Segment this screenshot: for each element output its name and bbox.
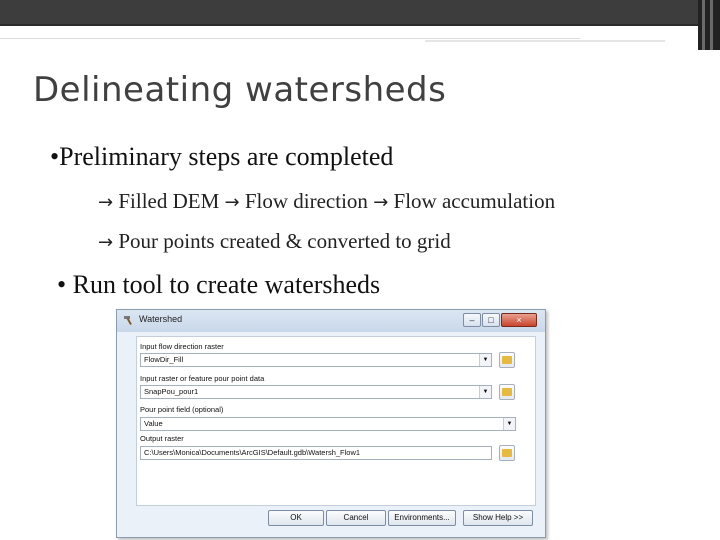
- cancel-button[interactable]: Cancel: [326, 510, 386, 526]
- sub-bullet-steps: → Filled DEM → Flow direction → Flow acc…: [98, 189, 555, 214]
- field-label-pour-point: Input raster or feature pour point data: [140, 374, 265, 383]
- top-divider: [0, 24, 700, 26]
- chevron-down-icon[interactable]: ▼: [479, 354, 491, 366]
- environments-button[interactable]: Environments...: [388, 510, 456, 526]
- hammer-icon: [124, 316, 132, 325]
- output-raster-input[interactable]: C:\Users\Monica\Documents\ArcGIS\Default…: [140, 446, 492, 460]
- chevron-down-icon[interactable]: ▼: [479, 386, 491, 398]
- browse-button[interactable]: [499, 384, 515, 400]
- step-filled-dem: Filled DEM: [118, 189, 220, 213]
- bullet-preliminary: •Preliminary steps are completed: [50, 142, 394, 171]
- step-flow-direction: Flow direction: [244, 189, 368, 213]
- step-flow-accumulation: Flow accumulation: [393, 189, 556, 213]
- arrow-icon: →: [224, 192, 240, 213]
- browse-button[interactable]: [499, 445, 515, 461]
- arrow-icon: →: [373, 192, 389, 213]
- pour-point-select[interactable]: SnapPou_pour1 ▼: [140, 385, 492, 399]
- show-help-button[interactable]: Show Help >>: [463, 510, 533, 526]
- close-button[interactable]: ×: [501, 313, 537, 327]
- folder-icon: [502, 388, 512, 396]
- pour-point-field-select[interactable]: Value ▼: [140, 417, 516, 431]
- slide-title: Delineating watersheds: [33, 70, 447, 110]
- corner-stripe: [702, 0, 705, 50]
- folder-icon: [502, 356, 512, 364]
- bullet-run-tool: • Run tool to create watersheds: [57, 270, 381, 299]
- watershed-dialog: Watershed – □ × Input flow direction ras…: [116, 309, 546, 538]
- arrow-icon: →: [98, 232, 114, 253]
- dialog-form: Input flow direction raster FlowDir_Fill…: [136, 336, 536, 506]
- maximize-button[interactable]: □: [482, 313, 500, 327]
- minimize-button[interactable]: –: [463, 313, 481, 327]
- dialog-titlebar[interactable]: Watershed – □ ×: [117, 310, 545, 332]
- field-label-flow-direction: Input flow direction raster: [140, 342, 224, 351]
- pour-points-text: Pour points created & converted to grid: [118, 229, 451, 253]
- folder-icon: [502, 449, 512, 457]
- ok-button[interactable]: OK: [268, 510, 324, 526]
- sub-bullet-pour-points: → Pour points created & converted to gri…: [98, 229, 451, 254]
- chevron-down-icon[interactable]: ▼: [503, 418, 515, 430]
- arrow-icon: →: [98, 192, 114, 213]
- top-divider-accent: [425, 40, 665, 42]
- flow-direction-select[interactable]: FlowDir_Fill ▼: [140, 353, 492, 367]
- field-label-pour-point-field: Pour point field (optional): [140, 405, 224, 414]
- field-label-output-raster: Output raster: [140, 434, 184, 443]
- top-decorative-band: [0, 0, 720, 24]
- top-divider-light: [0, 38, 580, 39]
- browse-button[interactable]: [499, 352, 515, 368]
- corner-stripe: [710, 0, 713, 50]
- dialog-title: Watershed: [139, 314, 183, 324]
